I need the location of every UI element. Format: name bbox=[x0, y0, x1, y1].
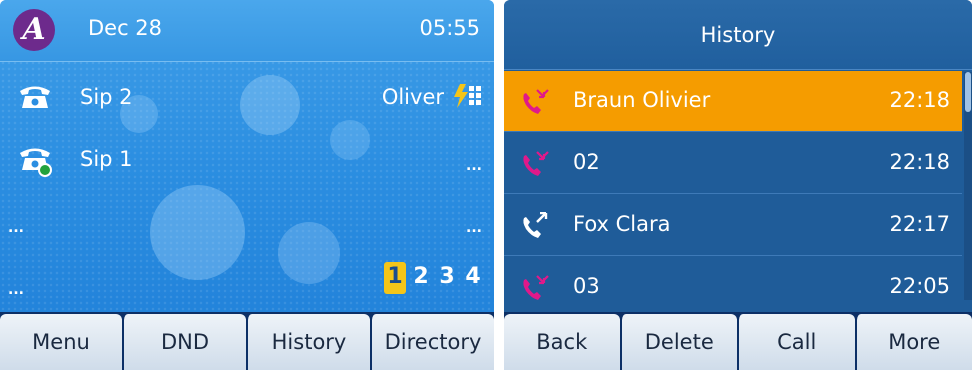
lightning-grid-icon bbox=[454, 84, 481, 108]
page-4[interactable]: 4 bbox=[462, 262, 484, 294]
page-indicator: 1 2 3 4 bbox=[384, 262, 484, 294]
page-1[interactable]: 1 bbox=[384, 262, 406, 294]
line-key-empty[interactable]: ... ... bbox=[0, 194, 494, 252]
dnd-softkey[interactable]: DND bbox=[122, 314, 246, 370]
missed-call-icon bbox=[523, 275, 549, 300]
scrollbar-thumb[interactable] bbox=[965, 72, 971, 112]
date-label: Dec 28 bbox=[88, 16, 163, 40]
contact-name: Fox Clara bbox=[573, 212, 671, 236]
contact-name: 02 bbox=[573, 150, 600, 174]
status-header: A Dec 28 05:55 bbox=[0, 0, 494, 62]
contact-name: Braun Olivier bbox=[573, 88, 711, 112]
scrollbar[interactable] bbox=[964, 72, 972, 300]
menu-softkey[interactable]: Menu bbox=[0, 314, 122, 370]
page-3[interactable]: 3 bbox=[436, 262, 458, 294]
call-time: 22:05 bbox=[889, 274, 950, 298]
account-name: Oliver bbox=[381, 85, 444, 109]
back-softkey[interactable]: Back bbox=[504, 314, 620, 370]
page-title: History bbox=[504, 0, 972, 70]
delete-softkey[interactable]: Delete bbox=[619, 314, 737, 370]
more-softkey[interactable]: More bbox=[854, 314, 972, 370]
call-time: 22:18 bbox=[889, 88, 950, 112]
desk-phone-icon bbox=[20, 86, 50, 108]
page-2[interactable]: 2 bbox=[410, 262, 432, 294]
contact-name: 03 bbox=[573, 274, 600, 298]
ellipsis-label: ... bbox=[8, 282, 24, 298]
time-label: 05:55 bbox=[419, 16, 480, 40]
softkey-bar: Back Delete Call More bbox=[504, 312, 972, 370]
idle-screen: A Dec 28 05:55 Sip 2 Oliver Sip 1 ... ..… bbox=[0, 0, 494, 370]
ellipsis-label: ... bbox=[8, 220, 24, 236]
line-label: Sip 2 bbox=[80, 85, 133, 109]
history-row[interactable]: 02 22:18 bbox=[504, 133, 962, 194]
call-softkey[interactable]: Call bbox=[737, 314, 855, 370]
call-time: 22:18 bbox=[889, 150, 950, 174]
missed-call-icon bbox=[523, 89, 549, 114]
directory-softkey[interactable]: Directory bbox=[370, 314, 494, 370]
line-key-sip1[interactable]: Sip 1 ... bbox=[0, 132, 494, 190]
alcatel-lucent-logo-icon: A bbox=[13, 9, 55, 51]
ellipsis-label: ... bbox=[466, 220, 482, 236]
ellipsis-label: ... bbox=[466, 158, 482, 174]
registered-status-icon bbox=[38, 163, 52, 177]
missed-call-icon bbox=[523, 151, 549, 176]
history-row[interactable]: 03 22:05 bbox=[504, 257, 962, 318]
line-label: Sip 1 bbox=[80, 147, 133, 171]
softkey-bar: Menu DND History Directory bbox=[0, 312, 494, 370]
outgoing-call-icon bbox=[523, 212, 548, 238]
history-softkey[interactable]: History bbox=[246, 314, 370, 370]
history-screen: History Braun Olivier 22:18 02 22:18 Fox… bbox=[504, 0, 972, 370]
call-time: 22:17 bbox=[889, 212, 950, 236]
history-row[interactable]: Fox Clara 22:17 bbox=[504, 195, 962, 256]
line-key-sip2[interactable]: Sip 2 Oliver bbox=[0, 70, 494, 128]
history-row[interactable]: Braun Olivier 22:18 bbox=[504, 71, 962, 132]
